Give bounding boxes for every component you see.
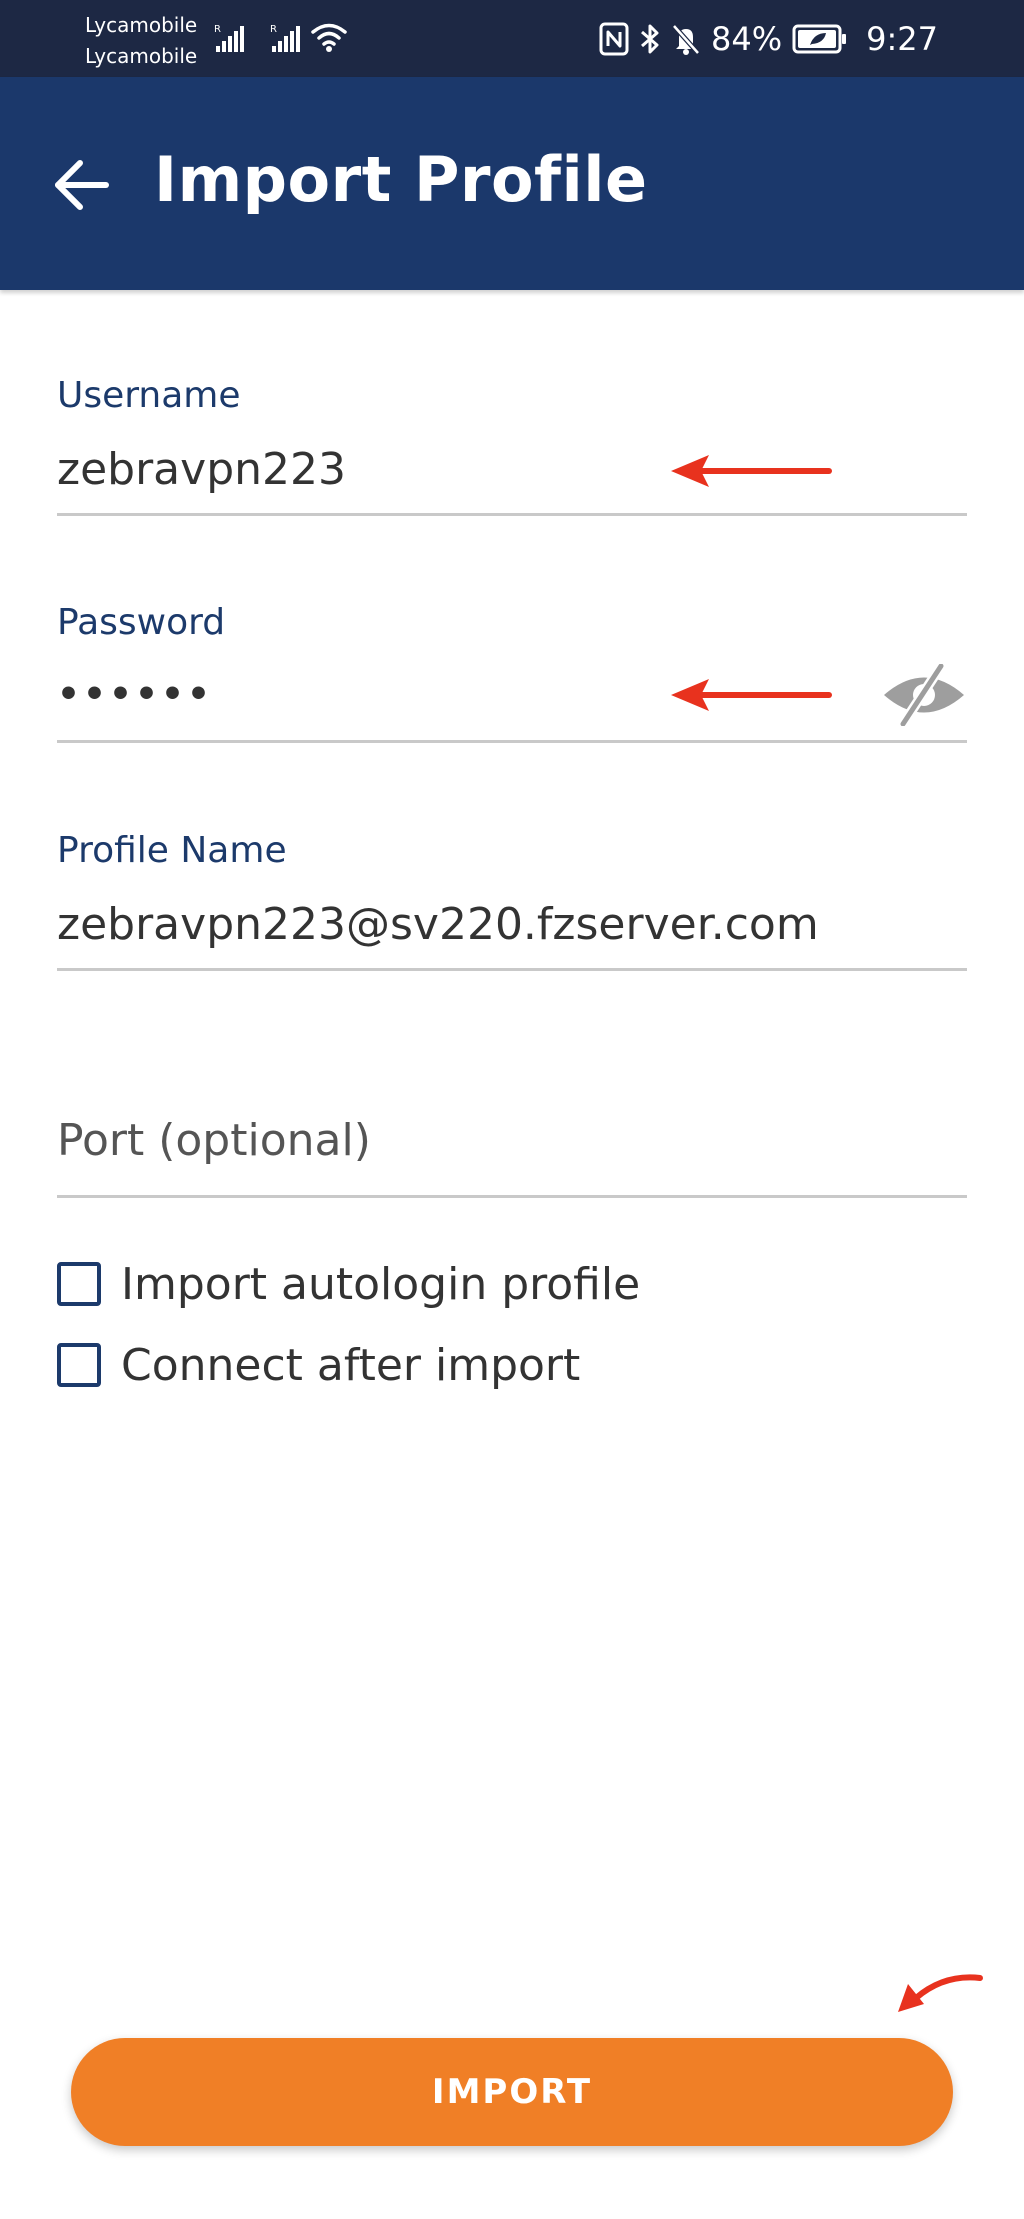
status-right: 84% 9:27 [599,14,938,64]
username-underline [57,513,967,516]
arrow-back-icon [55,160,109,210]
nfc-icon [599,22,629,56]
password-underline [57,740,967,743]
carrier-1: Lycamobile [85,13,198,37]
svg-text:R: R [270,24,277,35]
roaming-indicator: R [214,24,221,35]
import-autologin-label: Import autologin profile [121,1258,641,1310]
port-field-group [57,1110,967,1200]
battery-icon [792,24,847,54]
password-field-group: Password •••••• [57,602,967,747]
import-button-label: IMPORT [431,2072,593,2112]
username-label: Username [57,375,241,416]
port-underline [57,1195,967,1198]
wifi-icon [311,23,347,52]
page-title: Import Profile [154,143,648,216]
signal-icon: R [214,24,244,52]
bluetooth-icon [641,24,659,54]
import-profile-screen: Lycamobile Lycamobile R R 84% 9:27 Impor… [0,0,1024,2219]
import-button[interactable]: IMPORT [71,2038,953,2146]
bell-off-icon [672,24,700,55]
battery-percent: 84% [711,20,783,58]
red-arrow-icon [671,679,832,711]
username-field-group: Username [57,375,967,520]
red-arrow-icon [671,455,832,487]
import-autologin-option[interactable]: Import autologin profile [57,1256,640,1312]
profile-name-underline [57,968,967,971]
profile-name-input[interactable] [57,894,967,954]
clock: 9:27 [866,20,938,58]
back-button[interactable] [50,153,114,217]
red-arrow-icon [898,1974,983,2012]
profile-name-field-group: Profile Name [57,830,967,975]
connect-after-import-label: Connect after import [121,1339,581,1391]
password-label: Password [57,602,226,643]
carrier-2: Lycamobile [85,44,198,68]
port-input[interactable] [57,1110,857,1170]
eye-off-icon [884,661,964,729]
import-autologin-checkbox[interactable] [57,1262,101,1306]
connect-after-import-option[interactable]: Connect after import [57,1337,580,1393]
carrier-names: Lycamobile Lycamobile [85,10,197,72]
password-input[interactable]: •••••• [57,674,213,715]
app-bar: Import Profile [0,77,1024,290]
status-bar: Lycamobile Lycamobile R R 84% 9:27 [0,0,1024,77]
signal-icon: R [270,24,300,52]
password-visibility-toggle[interactable] [881,661,967,729]
connect-after-import-checkbox[interactable] [57,1343,101,1387]
profile-name-label: Profile Name [57,830,287,871]
